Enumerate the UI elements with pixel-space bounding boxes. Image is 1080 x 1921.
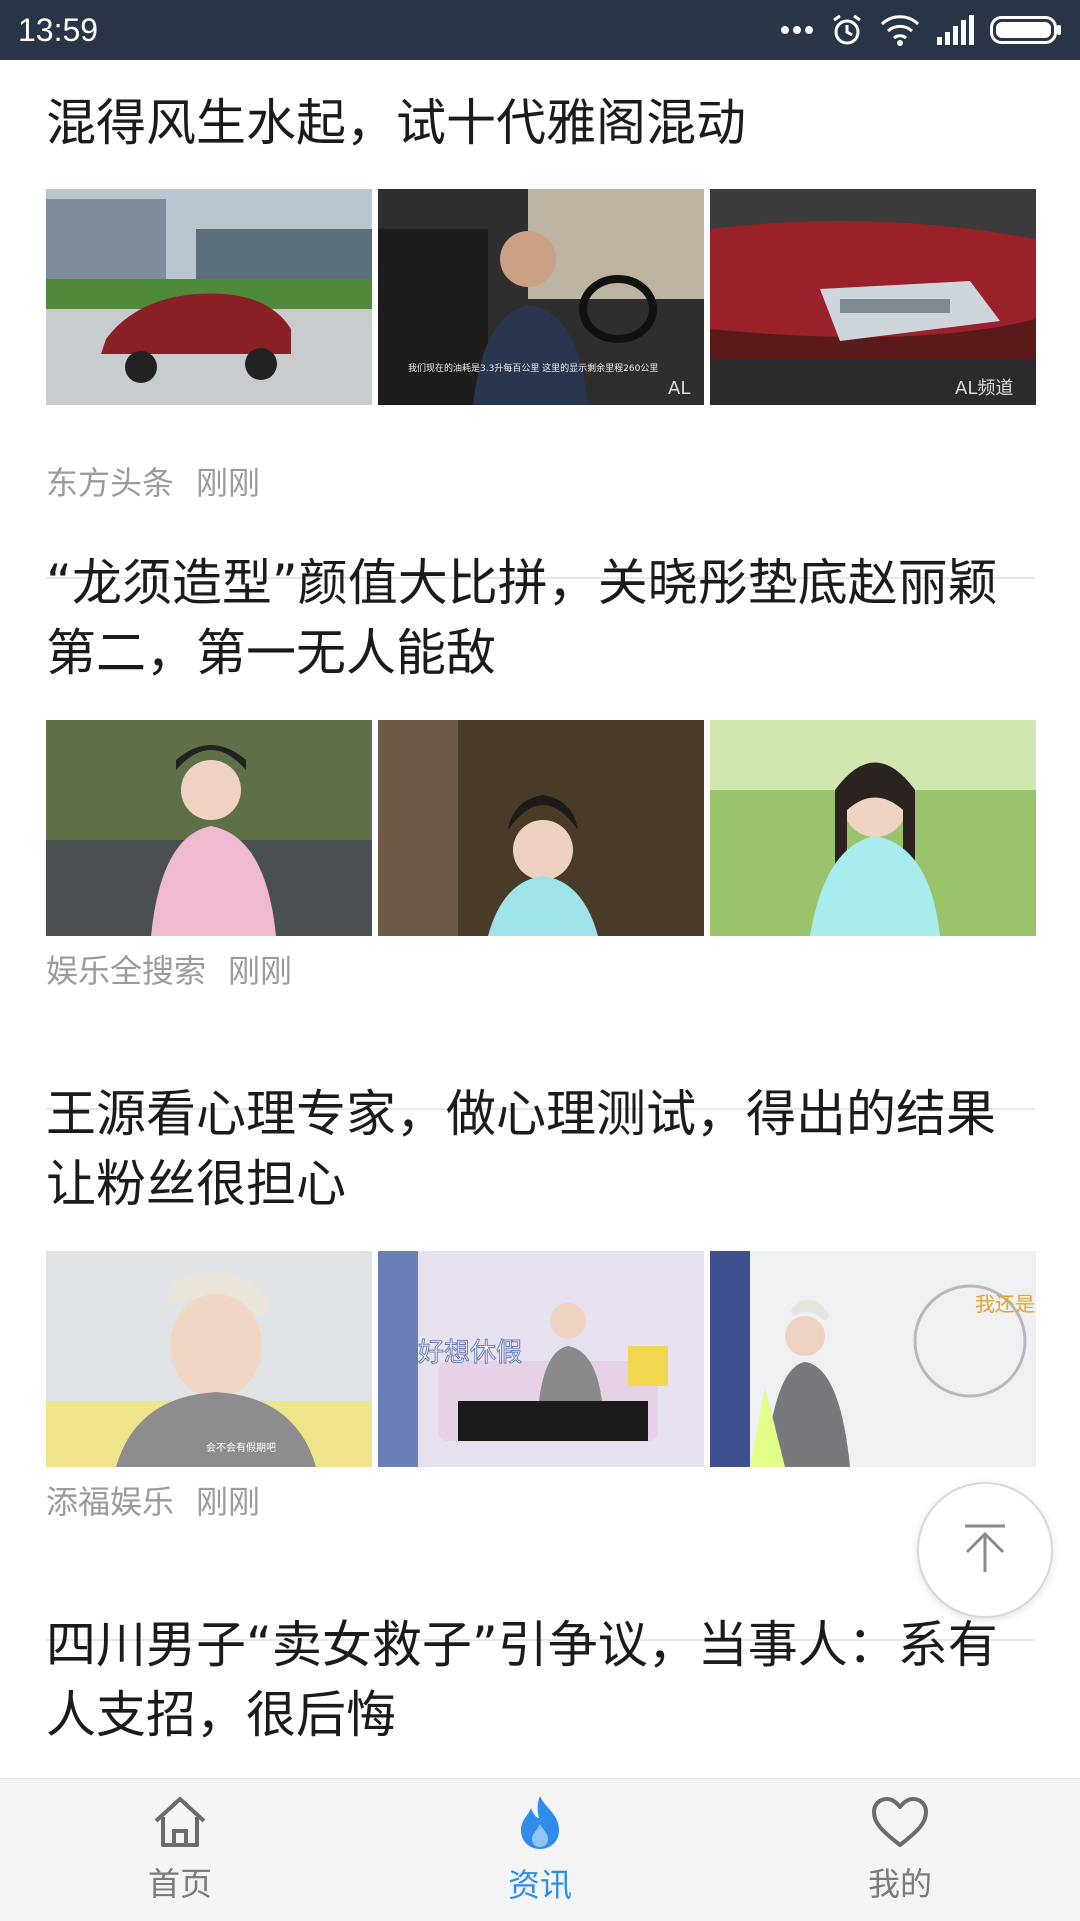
home-icon <box>152 1795 208 1853</box>
news-feed[interactable]: 混得风生水起，试十代雅阁混动 我们现在的油耗是3.3升每百公里 这里的显示剩余里… <box>0 60 1080 1778</box>
back-to-top-button[interactable] <box>917 1482 1053 1618</box>
status-bar: 13:59 <box>0 0 1080 60</box>
article-title[interactable]: 混得风生水起，试十代雅阁混动 <box>46 88 1035 158</box>
news-article[interactable]: 混得风生水起，试十代雅阁混动 我们现在的油耗是3.3升每百公里 这里的显示剩余里… <box>46 88 1036 579</box>
article-meta: 娱乐全搜索 刚刚 <box>46 946 292 992</box>
nav-me[interactable]: 我的 <box>720 1779 1080 1921</box>
red-car-headlight-photo[interactable]: AL频道 <box>710 189 1036 405</box>
nav-home[interactable]: 首页 <box>0 1779 360 1921</box>
actress-pink-costume-photo[interactable] <box>46 720 372 936</box>
battery-icon <box>990 15 1062 45</box>
nav-me-label: 我的 <box>867 1865 932 1903</box>
article-title[interactable]: 王源看心理专家，做心理测试，得出的结果让粉丝很担心 <box>46 1079 1035 1219</box>
article-images[interactable] <box>46 720 1036 936</box>
image-caption: 好想休假 <box>418 1338 522 1368</box>
nav-news[interactable]: 资讯 <box>360 1779 720 1921</box>
image-caption: 会不会有假期吧 <box>206 1441 276 1454</box>
red-sedan-exterior-photo[interactable] <box>46 189 372 405</box>
wifi-icon <box>880 14 920 46</box>
article-meta: 添福娱乐 刚刚 <box>46 1477 260 1523</box>
image-caption: 我还是 <box>975 1292 1035 1316</box>
bottom-navigation: 首页 资讯 我的 <box>0 1778 1080 1921</box>
more-dots-icon <box>780 24 814 36</box>
singer-closeup-photo[interactable]: 会不会有假期吧 <box>46 1251 372 1467</box>
article-source: 添福娱乐 <box>46 1483 175 1521</box>
article-source: 东方头条 <box>46 464 175 502</box>
image-caption: 我们现在的油耗是3.3升每百公里 这里的显示剩余里程260公里 <box>408 362 658 374</box>
singer-whiteboard-photo[interactable]: 我还是 <box>710 1251 1036 1467</box>
article-meta: 东方头条 刚刚 <box>46 458 260 504</box>
driver-in-car-photo[interactable]: 我们现在的油耗是3.3升每百公里 这里的显示剩余里程260公里 AL <box>378 189 704 405</box>
image-caption: AL频道 <box>955 378 1013 399</box>
article-title[interactable]: “龙须造型”颜值大比拼，关晓彤垫底赵丽颖第二，第一无人能敌 <box>46 548 1035 688</box>
status-time: 13:59 <box>18 11 99 48</box>
nav-news-label: 资讯 <box>507 1866 572 1904</box>
arrow-up-icon <box>957 1520 1013 1580</box>
heart-icon <box>870 1795 930 1853</box>
news-article[interactable]: “龙须造型”颜值大比拼，关晓彤垫底赵丽颖第二，第一无人能敌 娱乐全搜索 刚刚 <box>46 548 1036 1110</box>
status-icons <box>780 13 1062 47</box>
article-time: 刚刚 <box>196 1483 261 1521</box>
alarm-icon <box>830 13 864 47</box>
actress-temple-photo[interactable] <box>378 720 704 936</box>
signal-icon <box>936 15 974 45</box>
singer-sofa-photo[interactable]: 好想休假 <box>378 1251 704 1467</box>
article-images[interactable]: 会不会有假期吧 好想休假 我还是 <box>46 1251 1036 1467</box>
svg-text:AL: AL <box>668 378 690 399</box>
article-time: 刚刚 <box>228 952 293 990</box>
article-images[interactable]: 我们现在的油耗是3.3升每百公里 这里的显示剩余里程260公里 AL AL频道 <box>46 189 1036 405</box>
article-time: 刚刚 <box>196 464 261 502</box>
news-article[interactable]: 四川男子“卖女救子”引争议，当事人：系有人支招，很后悔 <box>46 1610 1035 1750</box>
article-source: 娱乐全搜索 <box>46 952 207 990</box>
actress-green-forest-photo[interactable] <box>710 720 1036 936</box>
nav-home-label: 首页 <box>147 1865 212 1903</box>
flame-icon <box>515 1794 565 1854</box>
article-title[interactable]: 四川男子“卖女救子”引争议，当事人：系有人支招，很后悔 <box>46 1610 1035 1750</box>
news-article[interactable]: 王源看心理专家，做心理测试，得出的结果让粉丝很担心 会不会有假期吧 好想休假 我… <box>46 1079 1036 1641</box>
